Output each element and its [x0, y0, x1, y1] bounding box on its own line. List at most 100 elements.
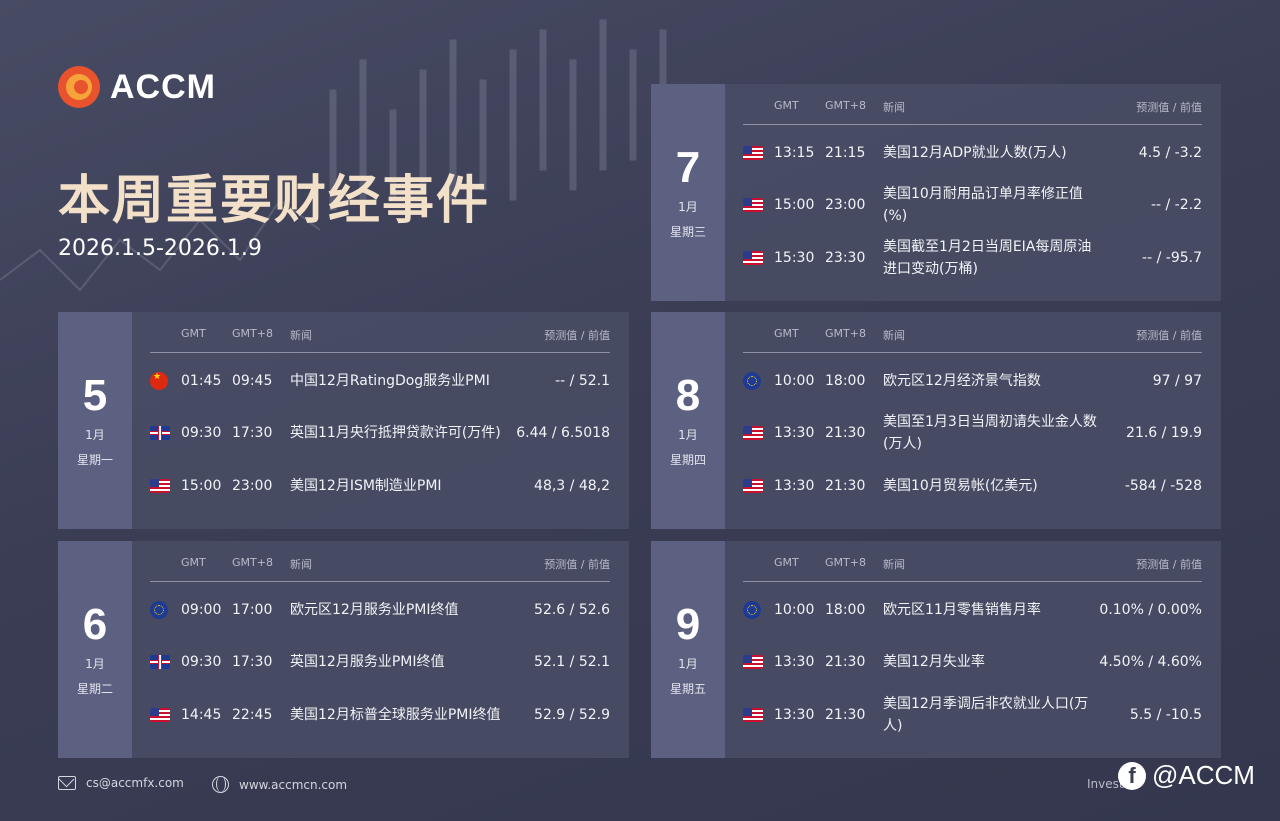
- event-news: 欧元区12月经济景气指数: [883, 373, 1041, 389]
- event-gmt-time: 09:00: [181, 602, 222, 618]
- event-news: 美国12月标普全球服务业PMI终值: [290, 707, 501, 723]
- day-weekday: 星期三: [669, 224, 706, 239]
- event-forecast-previous: 97 / 97: [1152, 373, 1202, 389]
- header-values: 预测值 / 前值: [544, 329, 610, 342]
- day-card: 5 1月星期一 GMT GMT+8 新闻 预测值 / 前值 01:45 09:45 中国12月R…: [58, 312, 629, 529]
- footer-email[interactable]: cs@accmfx.com: [58, 776, 184, 790]
- footer-website[interactable]: www.accmcn.com: [212, 776, 347, 793]
- events-area: GMT GMT+8 新闻 预测值 / 前值 01:45 09:45 中国12月RatingD…: [132, 312, 629, 529]
- header-news: 新闻: [290, 329, 312, 342]
- events-header: GMT GMT+8 新闻 预测值 / 前值: [150, 554, 610, 582]
- event-gmt-time: 10:00: [774, 602, 815, 618]
- events-header: GMT GMT+8 新闻 预测值 / 前值: [743, 325, 1202, 353]
- brand-logo: ACCM: [58, 66, 216, 108]
- event-news: 英国12月服务业PMI终值: [290, 654, 445, 670]
- day-month: 1月: [85, 427, 105, 442]
- event-forecast-previous: 52.6 / 52.6: [534, 602, 610, 618]
- header-gmt: GMT: [774, 99, 799, 112]
- us-flag-icon: [743, 426, 763, 440]
- header-news: 新闻: [883, 329, 905, 342]
- header-gmt: GMT: [774, 327, 799, 340]
- event-gmt-time: 15:00: [181, 478, 222, 494]
- day-card: 8 1月 星期四 GMT GMT+8 新闻 预测值 / 前值 10:00 18:00 欧元区12月…: [651, 312, 1221, 529]
- day-panel: 9 1月 星期五: [651, 541, 725, 758]
- event-news: 美国10月耐用品订单月率修正值(%): [883, 186, 1083, 224]
- day-card: 7 1月 星期三 GMT GMT+8 新闻 预测值 / 前值 13:15 21:15 美国12月A…: [651, 84, 1221, 301]
- event-row[interactable]: 14:45 22:45 美国12月标普全球服务业PMI终值 52.9 / 52.9: [150, 693, 610, 737]
- date-range: 2026.1.5-2026.1.9: [58, 236, 262, 261]
- event-row[interactable]: 10:00 18:00 欧元区12月经济景气指数 97 / 97: [743, 359, 1202, 403]
- event-news: 美国至1月3日当周初请失业金人数(万人): [883, 414, 1097, 452]
- uk-flag-icon: [150, 655, 170, 669]
- event-forecast-previous: 48,3 / 48,2: [534, 478, 610, 494]
- page-title: 本周重要财经事件: [58, 171, 491, 231]
- day-panel: 8 1月 星期四: [651, 312, 725, 529]
- event-row[interactable]: 13:30 21:30 美国至1月3日当周初请失业金人数(万人) 21.6 / 19.…: [743, 411, 1202, 455]
- event-row[interactable]: 10:00 18:00 欧元区11月零售销售月率 0.10% / 0.00%: [743, 588, 1202, 632]
- day-month: 1月: [678, 656, 698, 671]
- event-row[interactable]: 09:00 17:00 欧元区12月服务业PMI终值 52.6 / 52.6: [150, 588, 610, 632]
- event-gmt8-time: 18:00: [825, 373, 866, 389]
- event-gmt-time: 13:30: [774, 707, 815, 723]
- header-gmt8: GMT+8: [825, 327, 866, 340]
- event-row[interactable]: 09:30 17:30 英国12月服务业PMI终值 52.1 / 52.1: [150, 640, 610, 684]
- event-row[interactable]: 01:45 09:45 中国12月RatingDog服务业PMI -- / 52.1: [150, 359, 610, 403]
- event-row[interactable]: 13:15 21:15 美国12月ADP就业人数(万人) 4.5 / -3.2: [743, 131, 1202, 175]
- event-gmt-time: 10:00: [774, 373, 815, 389]
- event-gmt8-time: 21:30: [825, 707, 866, 723]
- events-area: GMT GMT+8 新闻 预测值 / 前值 10:00 18:00 欧元区12月经济景气指数…: [725, 312, 1221, 529]
- event-forecast-previous: 0.10% / 0.00%: [1099, 602, 1202, 618]
- event-row[interactable]: 15:30 23:30 美国截至1月2日当周EIA每周原油进口变动(万桶) -- / …: [743, 236, 1202, 280]
- event-forecast-previous: 5.5 / -10.5: [1129, 707, 1202, 723]
- header-news: 新闻: [290, 558, 312, 571]
- header-values: 预测值 / 前值: [544, 558, 610, 571]
- events-header: GMT GMT+8 新闻 预测值 / 前值: [743, 554, 1202, 582]
- event-forecast-previous: 4.50% / 4.60%: [1099, 654, 1202, 670]
- event-row[interactable]: 13:30 21:30 美国12月失业率 4.50% / 4.60%: [743, 640, 1202, 684]
- event-row[interactable]: 13:30 21:30 美国12月季调后非农就业人口(万人) 5.5 / -10.5: [743, 693, 1202, 737]
- event-news: 美国截至1月2日当周EIA每周原油进口变动(万桶): [883, 239, 1092, 277]
- us-flag-icon: [150, 708, 170, 722]
- event-forecast-previous: -- / -95.7: [1142, 250, 1202, 266]
- event-gmt-time: 15:30: [774, 250, 815, 266]
- event-forecast-previous: 52.9 / 52.9: [534, 707, 610, 723]
- header-gmt: GMT: [774, 556, 799, 569]
- us-flag-icon: [743, 198, 763, 212]
- event-forecast-previous: -- / -2.2: [1150, 197, 1202, 213]
- watermark: f @ACCM: [1118, 760, 1255, 791]
- event-gmt8-time: 23:30: [825, 250, 866, 266]
- china-flag-icon: [150, 372, 168, 390]
- footer-email-text: cs@accmfx.com: [86, 776, 184, 790]
- event-row[interactable]: 09:30 17:30 英国11月央行抵押贷款许可(万件) 6.44 / 6.5018: [150, 411, 610, 455]
- day-number: 8: [675, 370, 701, 420]
- event-gmt8-time: 17:30: [232, 654, 273, 670]
- event-gmt8-time: 17:30: [232, 425, 273, 441]
- event-news: 中国12月RatingDog服务业PMI: [290, 373, 490, 389]
- event-news: 欧元区12月服务业PMI终值: [290, 602, 459, 618]
- event-gmt8-time: 21:30: [825, 478, 866, 494]
- event-gmt8-time: 21:30: [825, 425, 866, 441]
- event-forecast-previous: 4.5 / -3.2: [1138, 145, 1202, 161]
- event-gmt-time: 09:30: [181, 654, 222, 670]
- event-row[interactable]: 15:00 23:00 美国12月ISM制造业PMI 48,3 / 48,2: [150, 464, 610, 508]
- event-gmt-time: 01:45: [181, 373, 222, 389]
- event-gmt-time: 13:30: [774, 425, 815, 441]
- events-area: GMT GMT+8 新闻 预测值 / 前值 10:00 18:00 欧元区11月零售销售月率…: [725, 541, 1221, 758]
- event-gmt-time: 09:30: [181, 425, 222, 441]
- header-gmt8: GMT+8: [232, 327, 273, 340]
- day-weekday: 星期一: [76, 452, 113, 467]
- eu-flag-icon: [150, 601, 168, 619]
- event-news: 美国12月ISM制造业PMI: [290, 478, 442, 494]
- event-gmt8-time: 21:15: [825, 145, 866, 161]
- event-gmt-time: 13:30: [774, 478, 815, 494]
- event-row[interactable]: 13:30 21:30 美国10月贸易帐(亿美元) -584 / -528: [743, 464, 1202, 508]
- event-forecast-previous: 21.6 / 19.9: [1126, 425, 1202, 441]
- header-gmt8: GMT+8: [825, 99, 866, 112]
- event-gmt8-time: 21:30: [825, 654, 866, 670]
- day-number: 9: [675, 599, 701, 649]
- event-row[interactable]: 15:00 23:00 美国10月耐用品订单月率修正值(%) -- / -2.2: [743, 183, 1202, 227]
- events-area: GMT GMT+8 新闻 预测值 / 前值 13:15 21:15 美国12月ADP就业人数…: [725, 84, 1221, 301]
- event-news: 美国12月季调后非农就业人口(万人): [883, 696, 1089, 734]
- day-panel: 7 1月 星期三: [651, 84, 725, 301]
- us-flag-icon: [743, 708, 763, 722]
